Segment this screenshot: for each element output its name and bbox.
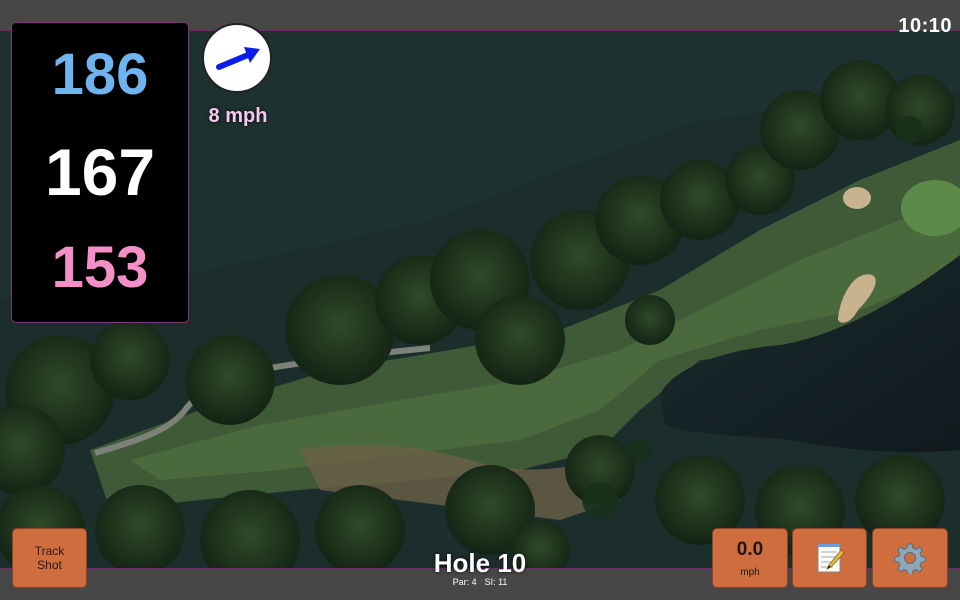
notes-button[interactable]: [792, 528, 867, 588]
clock-time: 10:10: [898, 15, 952, 37]
hole-info: Hole 10 Par: 4 SI: 11: [380, 548, 580, 587]
speed-unit: mph: [740, 567, 760, 578]
speed-button[interactable]: 0.0 mph: [712, 528, 788, 588]
speed-value: 0.0: [736, 539, 764, 560]
wind-direction-dial: [202, 23, 272, 93]
front-yardage: 153: [51, 235, 149, 300]
wind-direction-arrow-icon: [216, 47, 260, 70]
hole-title: Hole 10: [433, 548, 527, 578]
golf-gps-screen: 10:10 186 167 153 8 mph Track Shot Hole …: [0, 0, 960, 600]
wind-speed-label: 8 mph: [208, 105, 268, 127]
back-yardage: 186: [51, 42, 149, 107]
track-shot-button[interactable]: Track Shot: [12, 528, 87, 588]
notepad-icon: [817, 544, 845, 573]
yardage-panel: 186 167 153: [11, 22, 189, 323]
par-label: Par: 4: [452, 577, 477, 587]
settings-button[interactable]: [872, 528, 948, 588]
hole-details: Par: 4 SI: 11: [380, 577, 580, 587]
gear-icon: [894, 543, 926, 574]
middle-yardage: 167: [44, 135, 156, 209]
stroke-index-label: SI: 11: [484, 577, 508, 587]
